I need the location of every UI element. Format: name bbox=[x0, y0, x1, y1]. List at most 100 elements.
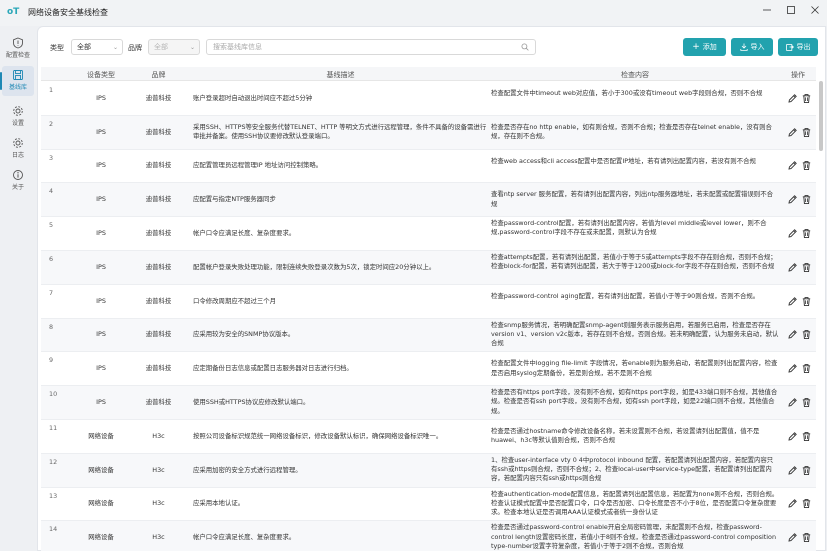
delete-icon[interactable] bbox=[801, 363, 812, 374]
export-button[interactable]: 导出 bbox=[778, 38, 818, 56]
table-row[interactable]: 13 网络设备 H3c 应采用本地认证。 检查authentication-mode配置… bbox=[41, 488, 816, 522]
table-row[interactable]: 10 IPS 迪普科技 使用SSH或HTTPS协议应修改默认端口。 检查是否有https… bbox=[41, 386, 816, 420]
close-button[interactable] bbox=[806, 4, 824, 20]
description-cell: 按照公司设备标识规范统一网络设备标识，修改设备默认标识，确保网络设备标识唯一。 bbox=[193, 431, 443, 440]
description-cell: 应采用较为安全的SNMP协议版本。 bbox=[193, 330, 295, 339]
delete-icon[interactable] bbox=[801, 498, 812, 509]
edit-icon[interactable] bbox=[787, 329, 798, 340]
table-row[interactable]: 14 网络设备 H3c 帐户口令应满足长度、复杂度要求。 检查是否通过password-… bbox=[41, 521, 816, 551]
row-index: 13 bbox=[49, 491, 58, 500]
search-box[interactable] bbox=[206, 39, 536, 55]
title-bar: oT 网络设备安全基线检查 bbox=[0, 0, 827, 26]
import-button[interactable]: 导入 bbox=[731, 38, 773, 56]
description-cell: 应采用本地认证。 bbox=[193, 499, 245, 508]
edit-icon[interactable] bbox=[787, 532, 798, 543]
row-index: 14 bbox=[49, 525, 58, 534]
scrollbar-thumb[interactable] bbox=[819, 81, 823, 151]
table-row[interactable]: 11 网络设备 H3c 按照公司设备标识规范统一网络设备标识，修改设备默认标识，确保网… bbox=[41, 420, 816, 454]
row-index: 2 bbox=[49, 119, 54, 128]
edit-icon[interactable] bbox=[787, 228, 798, 239]
table-row[interactable]: 3 IPS 迪普科技 应配置管理员远程管理IP 地址访问控制策略。 检查web acce… bbox=[41, 150, 816, 184]
sidebar-item-settings[interactable]: 设置 bbox=[2, 102, 34, 132]
save-icon bbox=[13, 70, 23, 80]
device-type-cell: IPS bbox=[96, 330, 106, 339]
edit-icon[interactable] bbox=[787, 296, 798, 307]
check-content-cell: 检查配置文件中timeout web对应值，若小于300或没有timeout w… bbox=[491, 89, 763, 97]
table-row[interactable]: 1 IPS 迪普科技 账户登录超时自动退出时间应不超过5分钟 检查配置文件中timeou… bbox=[41, 82, 816, 116]
baseline-table: 设备类型 品牌 基线描述 检查内容 操作 1 IPS 迪普科技 账户登录超时自动退出时… bbox=[41, 67, 816, 551]
brand-cell: 迪普科技 bbox=[145, 296, 172, 305]
row-actions bbox=[787, 228, 815, 242]
table-row[interactable]: 9 IPS 迪普科技 应定期备份日志信息或配置日志服务器对日志进行归档。 检查配置文件中… bbox=[41, 352, 816, 387]
sidebar: 配置检查 基线库 设置 日志 关于 bbox=[0, 26, 36, 551]
table-row[interactable]: 4 IPS 迪普科技 应配置与指定NTP服务器同步 查看ntp server 服务配置，… bbox=[41, 183, 816, 218]
device-type-cell: IPS bbox=[96, 161, 106, 170]
edit-icon[interactable] bbox=[787, 160, 798, 171]
delete-icon[interactable] bbox=[801, 127, 812, 138]
export-icon bbox=[785, 44, 794, 51]
row-actions bbox=[787, 431, 815, 445]
column-header-brand: 品牌 bbox=[151, 71, 166, 79]
brand-cell: 迪普科技 bbox=[145, 229, 172, 238]
sidebar-item-config-check[interactable]: 配置检查 bbox=[2, 34, 34, 64]
export-button-label: 导出 bbox=[796, 43, 811, 51]
edit-icon[interactable] bbox=[787, 465, 798, 476]
delete-icon[interactable] bbox=[801, 262, 812, 273]
close-icon bbox=[811, 6, 819, 14]
type-select-value: 全部 bbox=[77, 43, 91, 51]
minimize-button[interactable] bbox=[758, 4, 776, 20]
brand-select[interactable]: 全部 ⌄ bbox=[148, 39, 200, 55]
row-actions bbox=[787, 93, 815, 107]
gear-icon bbox=[13, 106, 23, 116]
row-index: 8 bbox=[49, 322, 54, 331]
download-icon bbox=[739, 43, 748, 51]
plus-icon: + bbox=[692, 42, 700, 52]
edit-icon[interactable] bbox=[787, 397, 798, 408]
description-cell: 应采用加密的安全方式进行远程管理。 bbox=[193, 465, 302, 474]
edit-icon[interactable] bbox=[787, 127, 798, 138]
edit-icon[interactable] bbox=[787, 498, 798, 509]
check-content-cell: 检查authentication-mode配置信息，若配置请列出配置信息，若配置… bbox=[491, 489, 779, 516]
type-select[interactable]: 全部 ⌄ bbox=[71, 39, 123, 55]
edit-icon[interactable] bbox=[787, 93, 798, 104]
delete-icon[interactable] bbox=[801, 160, 812, 171]
sidebar-item-baseline-library[interactable]: 基线库 bbox=[0, 66, 34, 96]
add-button-label: 添加 bbox=[702, 43, 717, 51]
table-row[interactable]: 6 IPS 迪普科技 配置帐户登录失败处理功能，限制连续失败登录次数为5次，锁定时间应… bbox=[41, 251, 816, 285]
delete-icon[interactable] bbox=[801, 194, 812, 205]
edit-icon[interactable] bbox=[787, 262, 798, 273]
delete-icon[interactable] bbox=[801, 397, 812, 408]
table-row[interactable]: 7 IPS 迪普科技 口令修改周期应不超过三个月 检查password-control … bbox=[41, 285, 816, 319]
delete-icon[interactable] bbox=[801, 296, 812, 307]
sidebar-item-logs[interactable]: 日志 bbox=[2, 134, 34, 164]
edit-icon[interactable] bbox=[787, 194, 798, 205]
table-scrollbar[interactable] bbox=[819, 67, 823, 547]
search-input[interactable] bbox=[207, 40, 507, 54]
delete-icon[interactable] bbox=[801, 532, 812, 543]
table-row[interactable]: 8 IPS 迪普科技 应采用较为安全的SNMP协议版本。 检查snmp服务情况，若明确配… bbox=[41, 318, 816, 353]
table-row[interactable]: 2 IPS 迪普科技 采用SSH、HTTPS等安全服务代替TELNET、HTTP 等明… bbox=[41, 115, 816, 150]
edit-icon[interactable] bbox=[787, 431, 798, 442]
row-index: 5 bbox=[49, 221, 54, 230]
sidebar-item-label: 设置 bbox=[11, 120, 24, 127]
edit-icon[interactable] bbox=[787, 363, 798, 374]
table-header: 设备类型 品牌 基线描述 检查内容 操作 bbox=[41, 67, 816, 81]
delete-icon[interactable] bbox=[801, 431, 812, 442]
check-content-cell: 检查是否通过password-control enable开启全局密码管理，未配… bbox=[491, 523, 777, 550]
description-cell: 应定期备份日志信息或配置日志服务器对日志进行归档。 bbox=[193, 364, 353, 373]
row-index: 4 bbox=[49, 187, 54, 196]
row-index: 7 bbox=[49, 288, 54, 297]
delete-icon[interactable] bbox=[801, 93, 812, 104]
description-cell: 采用SSH、HTTPS等安全服务代替TELNET、HTTP 等明文方式进行远程管… bbox=[193, 122, 487, 140]
row-index: 9 bbox=[49, 356, 54, 365]
add-button[interactable]: + 添加 bbox=[683, 38, 726, 56]
maximize-button[interactable] bbox=[782, 4, 800, 20]
sidebar-item-about[interactable]: 关于 bbox=[2, 166, 34, 196]
table-row[interactable]: 12 网络设备 H3c 应采用加密的安全方式进行远程管理。 1、检查user-inter… bbox=[41, 453, 816, 488]
delete-icon[interactable] bbox=[801, 228, 812, 239]
sidebar-item-label: 日志 bbox=[11, 152, 24, 159]
delete-icon[interactable] bbox=[801, 465, 812, 476]
table-row[interactable]: 5 IPS 迪普科技 帐户口令应满足长度、复杂度要求。 检查password-contr… bbox=[41, 217, 816, 251]
device-type-cell: 网络设备 bbox=[88, 465, 114, 474]
delete-icon[interactable] bbox=[801, 329, 812, 340]
